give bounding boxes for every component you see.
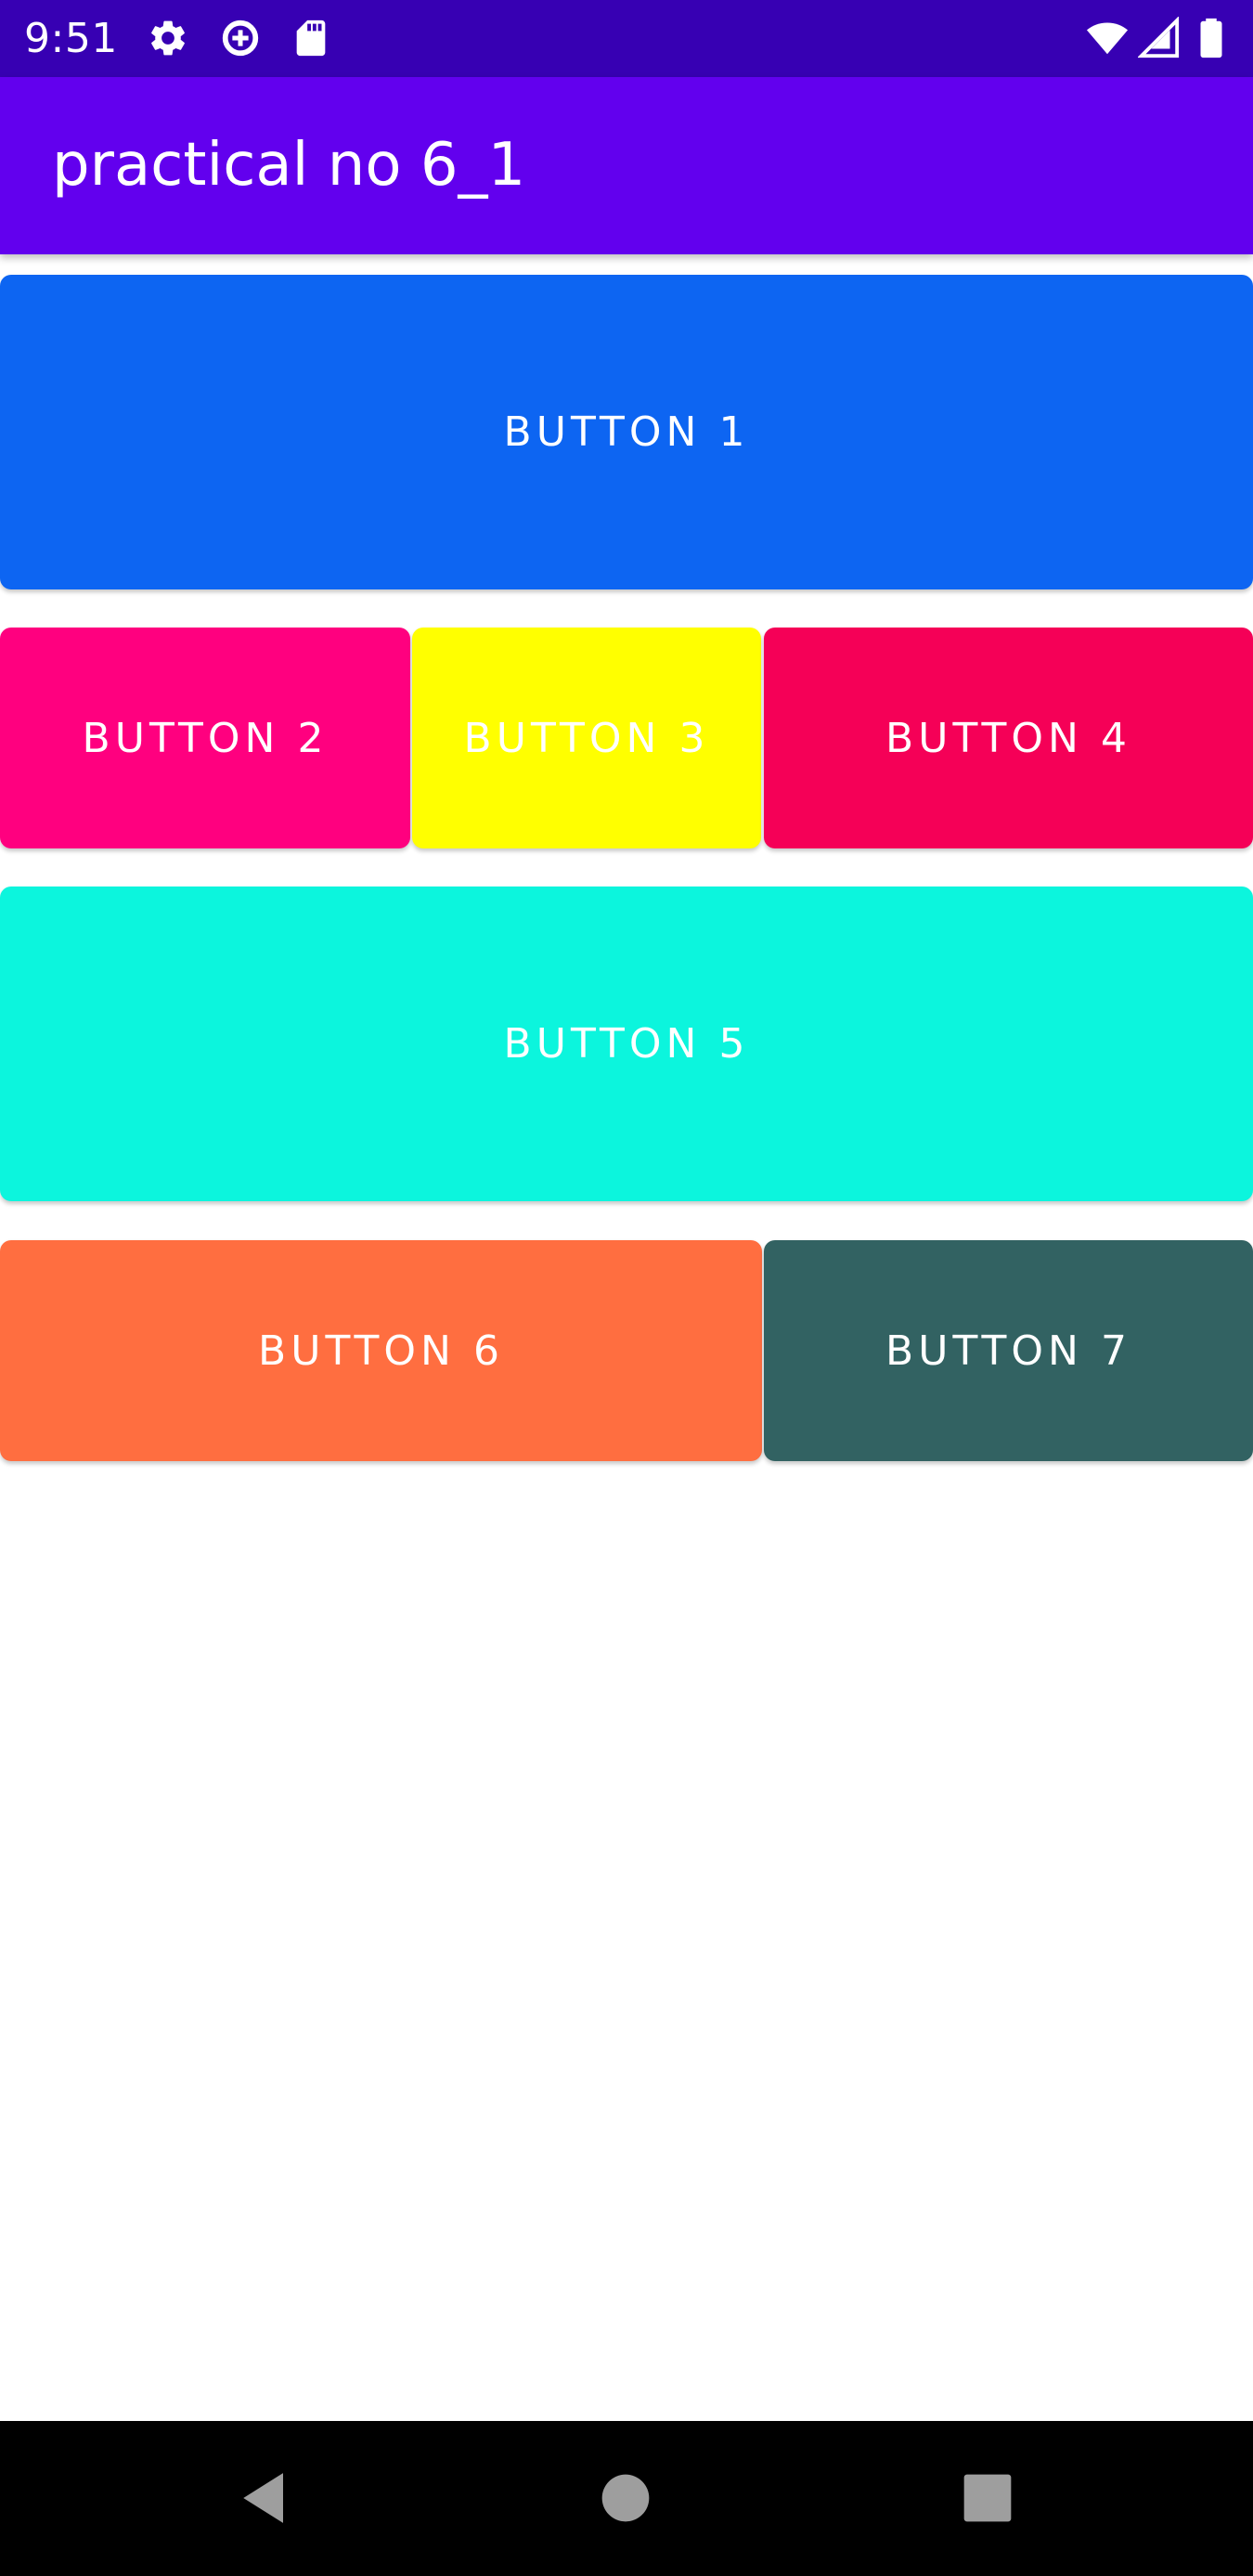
button-6[interactable]: BUTTON 6 — [0, 1240, 762, 1461]
gear-icon — [147, 17, 189, 59]
recents-icon[interactable] — [952, 2463, 1023, 2533]
data-saver-icon — [219, 17, 262, 59]
cell-signal-icon — [1138, 17, 1181, 59]
app-bar: practical no 6_1 — [0, 77, 1253, 254]
button-1[interactable]: BUTTON 1 — [0, 275, 1253, 589]
sd-card-icon — [290, 17, 332, 59]
back-icon[interactable] — [230, 2463, 301, 2533]
button-5[interactable]: BUTTON 5 — [0, 887, 1253, 1201]
button-4[interactable]: BUTTON 4 — [764, 628, 1253, 848]
home-icon[interactable] — [590, 2463, 661, 2533]
navigation-bar — [0, 2421, 1253, 2576]
wifi-icon — [1086, 17, 1129, 59]
button-2[interactable]: BUTTON 2 — [0, 628, 410, 848]
button-3[interactable]: BUTTON 3 — [412, 628, 761, 848]
status-time: 9:51 — [24, 15, 118, 62]
app-title: practical no 6_1 — [52, 131, 526, 200]
status-bar: 9:51 — [0, 0, 1253, 77]
button-7[interactable]: BUTTON 7 — [764, 1240, 1253, 1461]
battery-icon — [1195, 17, 1227, 59]
